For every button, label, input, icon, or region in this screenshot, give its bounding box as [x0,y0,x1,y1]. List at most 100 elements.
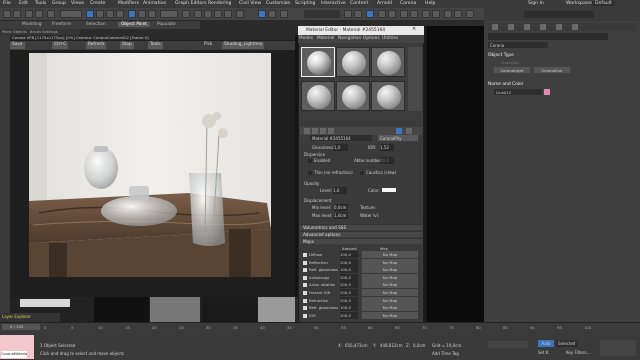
maxscript-listener[interactable]: CoronaMateria [0,335,34,359]
create-selection-set-dropdown[interactable] [304,10,340,18]
map-enable-checkbox[interactable] [303,283,307,288]
tab-populate[interactable]: Populate [157,22,176,27]
me-menu-options[interactable]: Options [363,35,380,42]
map-slot-button[interactable]: No Map [362,273,418,281]
z-field[interactable]: 0,0cm [413,342,425,349]
menu-rendering[interactable]: Rendering [208,1,231,6]
go-to-parent-icon[interactable] [406,128,412,134]
map-amount-field[interactable]: 100,0 [340,266,358,274]
auto-key-button[interactable]: Auto [538,340,554,347]
menu-tools[interactable]: Tools [35,1,46,6]
vfb-copy-button[interactable]: Ctrl-C [52,42,69,49]
tab-freeform[interactable]: Freeform [52,22,71,27]
object-type-header[interactable]: Object Type [488,52,514,59]
rendered-frame-icon[interactable] [388,10,396,18]
me-menu-navigation[interactable]: Navigation [338,35,361,42]
autogrid-label[interactable]: AutoGrid [502,59,519,66]
search-field[interactable] [524,11,594,18]
set-key-button[interactable]: Set K. [538,349,550,356]
menu-group[interactable]: Group [52,1,66,6]
thumb-2[interactable] [150,297,200,322]
vfb-pick-button[interactable]: Pick [202,42,215,49]
put-to-scene-icon[interactable] [312,128,318,134]
move-icon[interactable] [128,10,136,18]
curve-editor-icon[interactable] [344,10,352,18]
redo-icon[interactable] [13,10,21,18]
interactive-render-icon[interactable] [444,10,452,18]
percent-snap-icon[interactable] [214,10,222,18]
playback-controls[interactable] [488,341,528,348]
reference-coord-dropdown[interactable] [160,10,178,18]
map-amount-field[interactable]: 100,0 [340,311,358,319]
menu-content[interactable]: Content [350,1,368,6]
key-filters-button[interactable]: Key Filters... [566,349,590,356]
object-color-swatch[interactable] [544,89,550,95]
utilities-tab-icon[interactable] [572,24,578,30]
map-enable-checkbox[interactable] [303,268,307,273]
scripting-icon[interactable] [466,10,474,18]
map-enable-checkbox[interactable] [303,275,307,280]
x-field[interactable]: 656,473cm [345,342,368,349]
y-field[interactable]: 448,812cm [380,342,403,349]
map-slot-button[interactable]: No Map [362,251,418,258]
opacity-level-field[interactable]: 1,0 [333,187,347,194]
map-slot-button[interactable]: No Map [362,311,418,319]
layer-explorer-label[interactable]: Layer Explorer [2,313,31,320]
caustics-checkbox[interactable] [360,171,364,175]
material-editor-icon[interactable] [366,10,374,18]
map-slot-button[interactable]: No Map [362,304,418,312]
menu-customize[interactable]: Customize [266,1,290,6]
sample-slot-1[interactable] [301,47,335,77]
render-icon[interactable] [400,10,408,18]
map-amount-field[interactable]: 100,0 [340,273,358,281]
snap-icon[interactable] [194,10,202,18]
display-tab-icon[interactable] [556,24,562,30]
sample-slot-4[interactable] [301,81,335,111]
rollout-maps[interactable]: Maps [300,238,422,244]
thumb-3[interactable] [202,297,257,322]
glossiness-field[interactable]: 1,0 [334,144,348,151]
tab-object-paint[interactable]: Object Paint [118,22,150,27]
vfb-save-button[interactable]: Save [10,42,25,49]
corona-light-button[interactable]: CoronaLight [494,67,530,73]
motion-tab-icon[interactable] [540,24,546,30]
menu-views[interactable]: Views [71,1,84,6]
undo-icon[interactable] [3,10,11,18]
menu-arnold[interactable]: Arnold [377,1,392,6]
me-menu-modes[interactable]: Modes [299,35,313,42]
selection-filter-dropdown[interactable] [60,10,82,18]
material-name-field[interactable]: Material #2455164 [310,135,372,141]
map-enable-checkbox[interactable] [303,313,307,318]
reset-map-icon[interactable] [328,128,334,134]
menu-graph-editors[interactable]: Graph Editors [175,1,207,6]
rotate-icon[interactable] [138,10,146,18]
render-cloud-icon[interactable] [410,10,418,18]
get-material-icon[interactable] [304,128,310,134]
sample-slot-6[interactable] [371,81,405,111]
map-amount-field[interactable]: 100,0 [340,296,358,304]
tab-modeling[interactable]: Modeling [22,22,42,27]
me-menu-material[interactable]: Material [317,35,334,42]
menu-file[interactable]: File [3,1,11,6]
bind-icon[interactable] [47,10,55,18]
tab-selection[interactable]: Selection [86,22,106,27]
selected-dropdown[interactable]: Selected [556,340,578,347]
menu-create[interactable]: Create [90,1,105,6]
menu-corona[interactable]: Corona [400,1,416,6]
min-level-field[interactable]: 0,0cm [334,204,348,211]
name-and-color-header[interactable]: Name and Color [488,81,523,88]
render-setup-icon[interactable] [378,10,386,18]
mirror-icon[interactable] [258,10,266,18]
map-slot-button[interactable]: No Map [362,296,418,304]
map-amount-field[interactable]: 100,0 [340,251,358,258]
map-amount-field[interactable]: 100,0 [340,258,358,266]
abbe-field[interactable]: 40,0 [380,157,394,164]
map-amount-field[interactable]: 100,0 [340,289,358,296]
a360-icon[interactable] [422,10,430,18]
sample-slot-5[interactable] [336,81,370,111]
window-crossing-icon[interactable] [116,10,124,18]
menu-civil-view[interactable]: Civil View [239,1,261,6]
thumb-1[interactable] [94,297,149,322]
unlink-icon[interactable] [35,10,43,18]
navigation-controls[interactable] [600,340,636,356]
